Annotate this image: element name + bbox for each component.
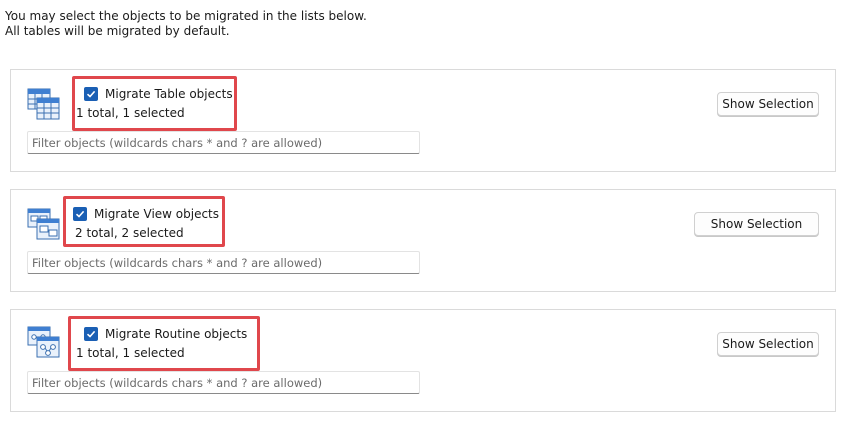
checkmark-icon [86, 90, 96, 98]
table-objects-label: Migrate Table objects [105, 87, 233, 101]
routine-objects-show-selection-button[interactable]: Show Selection [717, 332, 819, 356]
checkmark-icon [75, 210, 85, 218]
intro-line-2: All tables will be migrated by default. [5, 24, 230, 38]
routine-objects-filter-input[interactable] [27, 371, 420, 394]
table-objects-title-row[interactable]: Migrate Table objects [84, 87, 233, 101]
view-objects-count: 2 total, 2 selected [75, 226, 184, 240]
routine-objects-count: 1 total, 1 selected [76, 346, 185, 360]
highlight-box [72, 76, 237, 131]
view-objects-filter-input[interactable] [27, 251, 420, 274]
intro-line-1: You may select the objects to be migrate… [5, 9, 367, 23]
table-objects-icon [26, 86, 62, 122]
view-objects-title-row[interactable]: Migrate View objects [73, 207, 219, 221]
table-objects-panel: Migrate Table objects 1 total, 1 selecte… [10, 69, 836, 172]
table-objects-checkbox[interactable] [84, 87, 98, 101]
routine-objects-title-row[interactable]: Migrate Routine objects [84, 327, 247, 341]
table-objects-show-selection-button[interactable]: Show Selection [717, 92, 819, 116]
routine-objects-icon [26, 324, 62, 360]
routine-objects-panel: Migrate Routine objects 1 total, 1 selec… [10, 309, 836, 412]
view-objects-label: Migrate View objects [94, 207, 220, 221]
checkmark-icon [86, 330, 96, 338]
intro-text: You may select the objects to be migrate… [5, 9, 367, 39]
routine-objects-label: Migrate Routine objects [105, 327, 248, 341]
table-objects-filter-input[interactable] [27, 131, 420, 154]
view-objects-icon [26, 206, 62, 242]
table-objects-count: 1 total, 1 selected [76, 106, 185, 120]
highlight-box [68, 316, 260, 371]
view-objects-show-selection-button[interactable]: Show Selection [694, 212, 819, 236]
routine-objects-checkbox[interactable] [84, 327, 98, 341]
view-objects-panel: Migrate View objects 2 total, 2 selected… [10, 189, 836, 292]
view-objects-checkbox[interactable] [73, 207, 87, 221]
